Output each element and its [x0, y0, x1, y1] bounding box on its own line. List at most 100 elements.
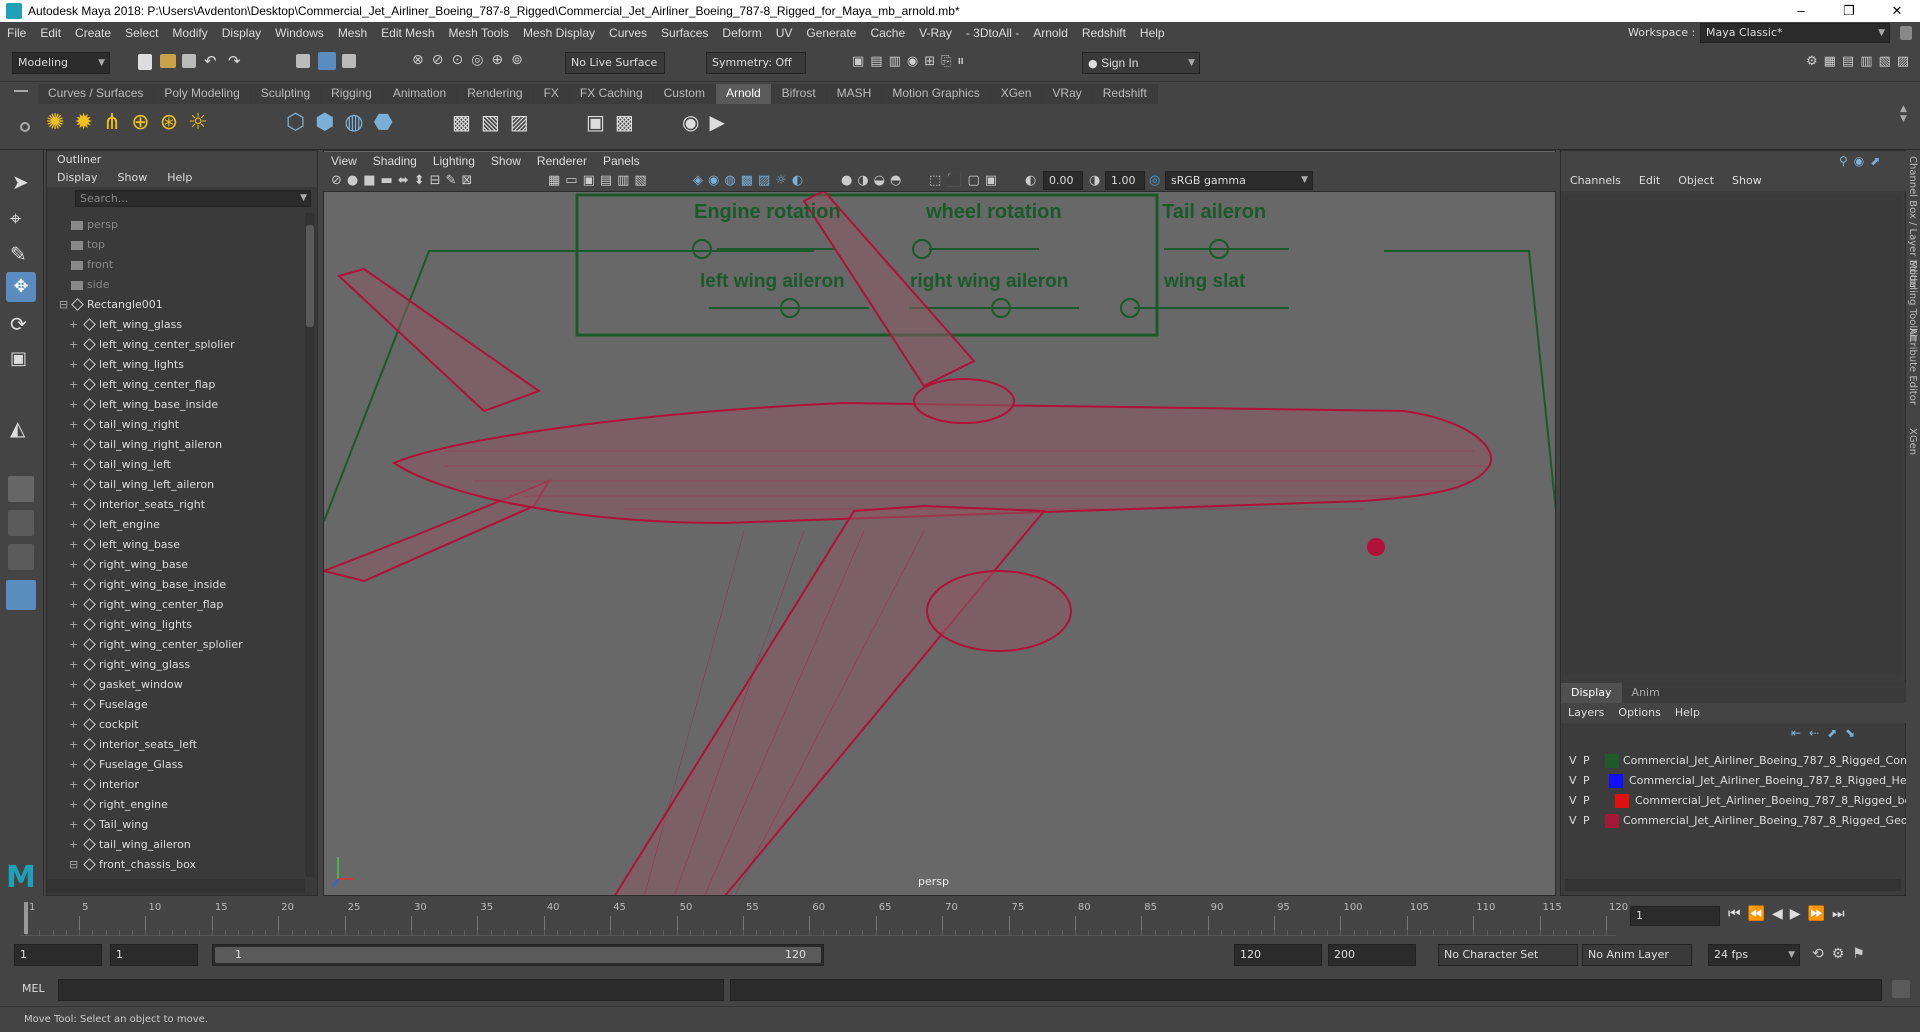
redo-icon[interactable]: ↷ — [228, 52, 241, 70]
persp-outliner-layout-icon[interactable] — [8, 544, 34, 570]
minimize-button[interactable]: – — [1778, 0, 1824, 22]
layer-color-swatch[interactable] — [1609, 774, 1623, 788]
paint-select-icon[interactable]: ✎ — [10, 242, 27, 266]
rotate-tool-icon[interactable]: ⟳ — [10, 312, 27, 336]
playback-options-icons[interactable]: ⟲⚙⚑ — [1812, 946, 1873, 962]
menu-mesh[interactable]: Mesh — [331, 26, 374, 40]
layer-visibility-toggle[interactable]: V — [1569, 791, 1577, 811]
channel-menu-object[interactable]: Object — [1669, 171, 1723, 191]
range-slider[interactable]: 1 120 — [212, 944, 824, 966]
layer-menu-options[interactable]: Options — [1611, 703, 1667, 723]
channel-box-toggle-icons[interactable]: ⚲◉⬈ — [1839, 154, 1886, 168]
shelf-menu-icon[interactable] — [14, 90, 28, 92]
outliner-item[interactable]: + cockpit — [47, 715, 305, 735]
outliner-item[interactable]: + left_wing_base_inside — [47, 395, 305, 415]
last-tool-icon[interactable]: ◭ — [10, 416, 25, 440]
viewport-menu-panels[interactable]: Panels — [595, 152, 648, 170]
outliner-search-input[interactable]: Search... ▼ — [75, 190, 311, 207]
menu-create[interactable]: Create — [68, 26, 118, 40]
outliner-item[interactable]: + left_wing_base — [47, 535, 305, 555]
anim-end-field[interactable]: 120 — [1234, 944, 1322, 966]
layer-playback-toggle[interactable]: P — [1583, 771, 1590, 791]
expand-icon[interactable]: + — [69, 395, 78, 415]
expand-icon[interactable]: + — [69, 655, 78, 675]
maximize-button[interactable]: ❐ — [1826, 0, 1872, 22]
undo-icon[interactable]: ↶ — [204, 52, 217, 70]
expand-icon[interactable]: + — [69, 755, 78, 775]
collapse-icon[interactable]: ⊟ — [59, 295, 68, 315]
expand-icon[interactable]: + — [69, 815, 78, 835]
outliner-menu-help[interactable]: Help — [157, 169, 202, 187]
arnold-light-icons[interactable]: ✺✹⋔⊕⊛☼ — [46, 110, 218, 135]
side-tab-xgen[interactable]: XGen — [1907, 428, 1918, 455]
mel-label[interactable]: MEL — [22, 982, 45, 995]
symmetry-field[interactable]: Symmetry: Off — [706, 52, 806, 74]
channel-menu-edit[interactable]: Edit — [1630, 171, 1669, 191]
outliner-item[interactable]: + gasket_window — [47, 675, 305, 695]
expand-icon[interactable]: + — [69, 375, 78, 395]
layer-editor-icons[interactable]: ⇤⇠⬈⬊ — [1791, 726, 1863, 740]
shading-mode-icons[interactable]: ◈◉◍▩▨☼◐ — [693, 173, 808, 188]
expand-icon[interactable]: + — [69, 715, 78, 735]
isolate-icons[interactable]: ⬚⬛▢▣ — [929, 173, 1002, 188]
shelf-tab-xgen[interactable]: XGen — [990, 84, 1043, 104]
menu-display[interactable]: Display — [215, 26, 268, 40]
display-layer-row[interactable]: V P Commercial_Jet_Airliner_Boeing_787_8_R… — [1565, 791, 1911, 811]
outliner-item[interactable]: + Tail_wing — [47, 815, 305, 835]
shelf-tab-sculpting[interactable]: Sculpting — [250, 84, 322, 104]
layer-menu-layers[interactable]: Layers — [1561, 703, 1611, 723]
four-view-layout-icon[interactable] — [8, 510, 34, 536]
arnold-shader-icons[interactable]: ▣▩ — [586, 110, 644, 134]
outliner-menu-show[interactable]: Show — [108, 169, 158, 187]
layer-color-swatch[interactable] — [1605, 814, 1619, 828]
outliner-item[interactable]: + tail_wing_aileron — [47, 835, 305, 855]
outliner-item[interactable]: + right_wing_glass — [47, 655, 305, 675]
outliner-item-root[interactable]: ⊟ Rectangle001 — [47, 295, 305, 315]
menu-mesh-tools[interactable]: Mesh Tools — [442, 26, 516, 40]
outliner-item[interactable]: + right_engine — [47, 795, 305, 815]
shelf-tab-curves-surfaces[interactable]: Curves / Surfaces — [38, 84, 155, 104]
expand-icon[interactable]: + — [69, 335, 78, 355]
panel-toggle-icons[interactable]: ⚙▦▤▥▧▨ — [1806, 54, 1915, 69]
expand-icon[interactable]: + — [69, 515, 78, 535]
shelf-tab-rigging[interactable]: Rigging — [321, 84, 383, 104]
outliner-item[interactable]: + left_wing_center_splolier — [47, 335, 305, 355]
outliner-item[interactable]: + right_wing_base_inside — [47, 575, 305, 595]
lasso-tool-icon[interactable]: ⌖ — [10, 206, 21, 230]
layer-playback-toggle[interactable]: P — [1583, 751, 1590, 771]
expand-icon[interactable]: + — [69, 535, 78, 555]
expand-icon[interactable]: + — [69, 595, 78, 615]
menu-surfaces[interactable]: Surfaces — [654, 26, 715, 40]
expand-icon[interactable]: + — [69, 615, 78, 635]
lighting-icons[interactable]: ●◑◒◓ — [841, 173, 906, 188]
shelf-tab-vray[interactable]: VRay — [1042, 84, 1093, 104]
range-slider-handle[interactable]: 1 120 — [215, 947, 821, 963]
channel-menu-channels[interactable]: Channels — [1561, 171, 1630, 191]
anim-layer-dropdown[interactable]: No Anim Layer — [1582, 944, 1692, 966]
menu-select[interactable]: Select — [118, 26, 165, 40]
outliner-item[interactable]: + tail_wing_right_aileron — [47, 435, 305, 455]
close-button[interactable]: ✕ — [1874, 0, 1920, 22]
outliner-item[interactable]: + tail_wing_right — [47, 415, 305, 435]
menu-edit[interactable]: Edit — [33, 26, 68, 40]
viewport-menu-renderer[interactable]: Renderer — [529, 152, 595, 170]
outliner-item[interactable]: + interior_seats_right — [47, 495, 305, 515]
channel-menu-show[interactable]: Show — [1723, 171, 1771, 191]
menu-windows[interactable]: Windows — [268, 26, 331, 40]
menu-cache[interactable]: Cache — [863, 26, 912, 40]
expand-icon[interactable]: + — [69, 635, 78, 655]
viewport-menu-lighting[interactable]: Lighting — [425, 152, 483, 170]
outliner-menu-display[interactable]: Display — [47, 169, 108, 187]
menu-generate[interactable]: Generate — [799, 26, 863, 40]
outliner-item[interactable]: + interior_seats_left — [47, 735, 305, 755]
menu-edit-mesh[interactable]: Edit Mesh — [374, 26, 441, 40]
outliner-item[interactable]: + interior — [47, 775, 305, 795]
menu--3dtoall-[interactable]: - 3DtoAll - — [959, 26, 1026, 40]
expand-icon[interactable]: + — [69, 795, 78, 815]
outliner-camera-side[interactable]: side — [47, 275, 305, 295]
display-layer-row[interactable]: V P Commercial_Jet_Airliner_Boeing_787_8_R… — [1565, 751, 1911, 771]
expand-icon[interactable]: + — [69, 355, 78, 375]
expand-icon[interactable]: + — [69, 495, 78, 515]
shelf-tab-rendering[interactable]: Rendering — [457, 84, 534, 104]
shelf-tab-redshift[interactable]: Redshift — [1092, 84, 1158, 104]
